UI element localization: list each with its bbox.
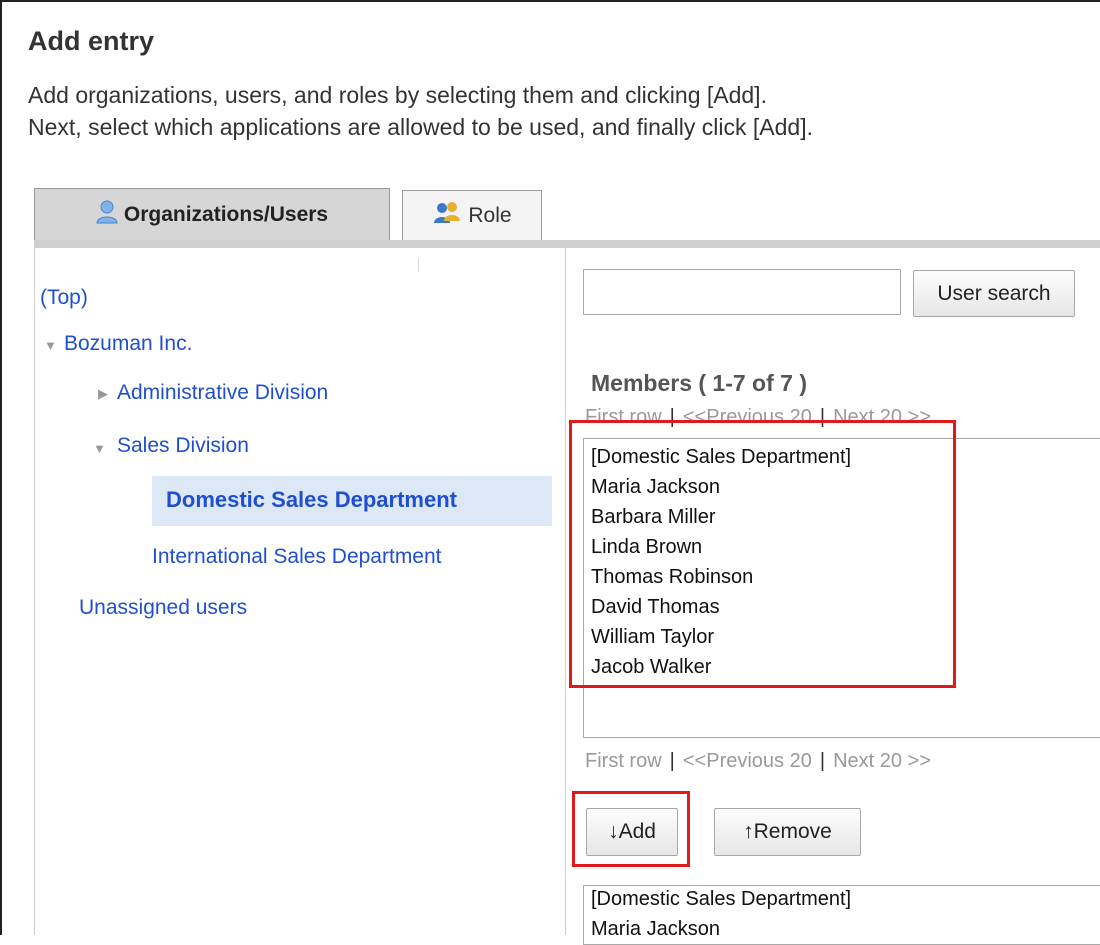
pager-next: Next 20 >> <box>833 750 931 772</box>
selected-list-item[interactable]: Maria Jackson <box>591 918 720 935</box>
tab-organizations-users-label: Organizations/Users <box>123 202 329 226</box>
tree-item-top[interactable]: (Top) <box>40 286 88 310</box>
remove-button[interactable]: ↑Remove <box>714 808 861 856</box>
frame-top-border <box>0 0 1100 2</box>
pager-first-row: First row <box>585 750 662 772</box>
panel-left-border <box>34 248 35 935</box>
tab-underline <box>34 240 1100 248</box>
selected-list-item[interactable]: [Domestic Sales Department] <box>591 888 851 911</box>
tree-item-administrative-division[interactable]: Administrative Division <box>117 381 328 405</box>
chevron-right-icon[interactable]: ▶ <box>98 386 108 402</box>
description-line-2: Next, select which applications are allo… <box>28 114 813 140</box>
user-icon <box>96 200 124 230</box>
tree-divider-mark <box>418 258 419 272</box>
description-line-1: Add organizations, users, and roles by s… <box>28 82 767 108</box>
page-description: Add organizations, users, and roles by s… <box>28 79 813 143</box>
members-pager-bottom: First row | <<Previous 20 | Next 20 >> <box>585 750 931 773</box>
pager-separator: | <box>669 750 675 772</box>
tab-role-label: Role <box>468 203 512 227</box>
tree-item-sales-division[interactable]: Sales Division <box>117 434 249 458</box>
tree-item-bozuman[interactable]: Bozuman Inc. <box>64 332 192 356</box>
pager-separator: | <box>819 750 826 772</box>
highlight-members-box <box>569 420 956 688</box>
tab-bar: Organizations/Users Role <box>28 188 1100 248</box>
members-title: Members ( 1-7 of 7 ) <box>591 370 807 396</box>
page-title: Add entry <box>28 26 155 56</box>
user-search-input[interactable] <box>583 269 901 315</box>
chevron-down-icon[interactable]: ▼ <box>93 441 106 456</box>
tree-item-international-sales[interactable]: International Sales Department <box>152 545 442 569</box>
highlight-add-button-box <box>572 791 690 867</box>
tree-item-domestic-sales[interactable]: Domestic Sales Department <box>166 487 457 513</box>
tree-item-unassigned-users[interactable]: Unassigned users <box>79 596 247 620</box>
panel-divider <box>565 248 566 935</box>
chevron-down-icon[interactable]: ▼ <box>44 338 57 353</box>
tab-role[interactable]: Role <box>402 190 542 240</box>
role-icon <box>432 201 468 231</box>
frame-left-border <box>0 0 2 935</box>
tab-organizations-users[interactable]: Organizations/Users <box>34 188 390 240</box>
user-search-button[interactable]: User search <box>913 270 1075 317</box>
pager-previous: <<Previous 20 <box>682 750 812 772</box>
